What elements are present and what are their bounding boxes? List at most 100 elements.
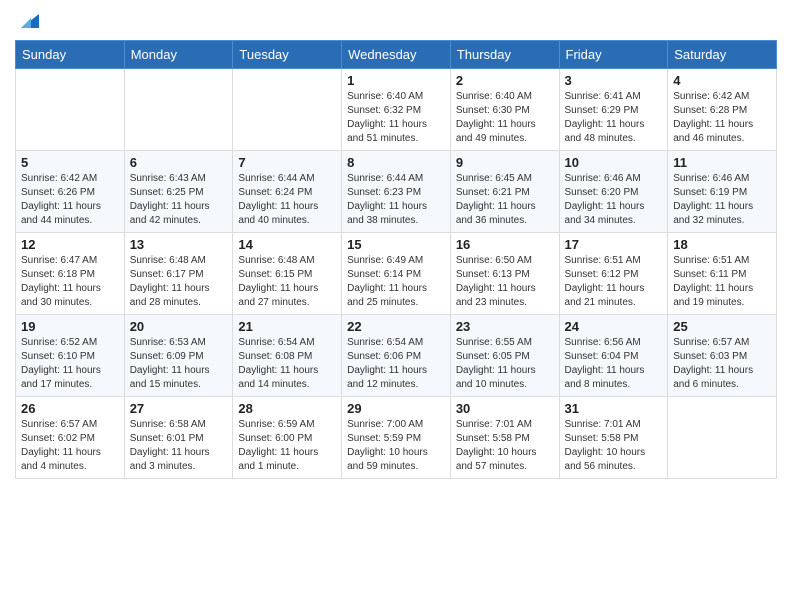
day-cell: 29 Sunrise: 7:00 AM Sunset: 5:59 PM Dayli… [342,397,451,479]
day-info: Sunrise: 7:01 AM Sunset: 5:58 PM Dayligh… [456,418,554,474]
day-cell: 6Sunrise: 6:43 AM Sunset: 6:25 PM Daylig… [124,151,233,233]
day-cell: 1Sunrise: 6:40 AM Sunset: 6:32 PM Daylig… [342,69,451,151]
day-cell: 19 Sunrise: 6:52 AM Sunset: 6:10 PM Dayli… [16,315,125,397]
day-info: Sunrise: 6:57 AM Sunset: 6:03 PM Dayligh… [673,336,771,392]
week-row-2: 5 Sunrise: 6:42 AM Sunset: 6:26 PM Daylig… [16,151,777,233]
day-cell: 2 Sunrise: 6:40 AM Sunset: 6:30 PM Daylig… [450,69,559,151]
day-cell: 10 Sunrise: 6:46 AM Sunset: 6:20 PM Dayli… [559,151,668,233]
day-cell [124,69,233,151]
day-number: 21 [238,319,336,334]
day-info: Sunrise: 6:52 AM Sunset: 6:10 PM Dayligh… [21,336,119,392]
day-cell: 20 Sunrise: 6:53 AM Sunset: 6:09 PM Dayli… [124,315,233,397]
week-row-1: 1Sunrise: 6:40 AM Sunset: 6:32 PM Daylig… [16,69,777,151]
day-cell: 31 Sunrise: 7:01 AM Sunset: 5:58 PM Dayli… [559,397,668,479]
week-row-4: 19 Sunrise: 6:52 AM Sunset: 6:10 PM Dayli… [16,315,777,397]
day-number: 26 [21,401,119,416]
day-cell: 28 Sunrise: 6:59 AM Sunset: 6:00 PM Dayli… [233,397,342,479]
day-number: 12 [21,237,119,252]
day-number: 29 [347,401,445,416]
day-info: Sunrise: 6:43 AM Sunset: 6:25 PM Dayligh… [130,172,228,228]
day-info: Sunrise: 6:48 AM Sunset: 6:17 PM Dayligh… [130,254,228,310]
day-cell: 8 Sunrise: 6:44 AM Sunset: 6:23 PM Daylig… [342,151,451,233]
logo-icon [17,10,39,32]
day-cell [233,69,342,151]
day-cell: 21Sunrise: 6:54 AM Sunset: 6:08 PM Dayli… [233,315,342,397]
week-row-5: 26 Sunrise: 6:57 AM Sunset: 6:02 PM Dayli… [16,397,777,479]
day-number: 15 [347,237,445,252]
day-number: 24 [565,319,663,334]
week-row-3: 12 Sunrise: 6:47 AM Sunset: 6:18 PM Dayli… [16,233,777,315]
day-cell: 27 Sunrise: 6:58 AM Sunset: 6:01 PM Dayli… [124,397,233,479]
day-info: Sunrise: 6:42 AM Sunset: 6:26 PM Dayligh… [21,172,119,228]
day-cell: 22 Sunrise: 6:54 AM Sunset: 6:06 PM Dayli… [342,315,451,397]
day-number: 3 [565,73,663,88]
day-number: 27 [130,401,228,416]
day-info: Sunrise: 6:56 AM Sunset: 6:04 PM Dayligh… [565,336,663,392]
day-number: 28 [238,401,336,416]
day-info: Sunrise: 6:44 AM Sunset: 6:23 PM Dayligh… [347,172,445,228]
weekday-header-tuesday: Tuesday [233,41,342,69]
day-cell: 17 Sunrise: 6:51 AM Sunset: 6:12 PM Dayli… [559,233,668,315]
day-number: 16 [456,237,554,252]
day-cell: 23Sunrise: 6:55 AM Sunset: 6:05 PM Dayli… [450,315,559,397]
weekday-header-row: SundayMondayTuesdayWednesdayThursdayFrid… [16,41,777,69]
day-info: Sunrise: 6:41 AM Sunset: 6:29 PM Dayligh… [565,90,663,146]
day-info: Sunrise: 6:59 AM Sunset: 6:00 PM Dayligh… [238,418,336,474]
day-cell [668,397,777,479]
day-cell: 13 Sunrise: 6:48 AM Sunset: 6:17 PM Dayli… [124,233,233,315]
day-cell: 4 Sunrise: 6:42 AM Sunset: 6:28 PM Daylig… [668,69,777,151]
day-number: 18 [673,237,771,252]
day-info: Sunrise: 6:51 AM Sunset: 6:11 PM Dayligh… [673,254,771,310]
day-cell: 7 Sunrise: 6:44 AM Sunset: 6:24 PM Daylig… [233,151,342,233]
day-number: 30 [456,401,554,416]
day-number: 25 [673,319,771,334]
day-info: Sunrise: 6:49 AM Sunset: 6:14 PM Dayligh… [347,254,445,310]
day-number: 31 [565,401,663,416]
day-number: 2 [456,73,554,88]
day-info: Sunrise: 6:47 AM Sunset: 6:18 PM Dayligh… [21,254,119,310]
weekday-header-thursday: Thursday [450,41,559,69]
day-number: 8 [347,155,445,170]
day-cell: 30 Sunrise: 7:01 AM Sunset: 5:58 PM Dayli… [450,397,559,479]
day-number: 14 [238,237,336,252]
weekday-header-saturday: Saturday [668,41,777,69]
day-number: 5 [21,155,119,170]
day-info: Sunrise: 6:46 AM Sunset: 6:20 PM Dayligh… [565,172,663,228]
day-cell [16,69,125,151]
day-cell: 9Sunrise: 6:45 AM Sunset: 6:21 PM Daylig… [450,151,559,233]
day-cell: 14 Sunrise: 6:48 AM Sunset: 6:15 PM Dayli… [233,233,342,315]
day-cell: 11Sunrise: 6:46 AM Sunset: 6:19 PM Dayli… [668,151,777,233]
day-info: Sunrise: 6:40 AM Sunset: 6:30 PM Dayligh… [456,90,554,146]
day-cell: 5 Sunrise: 6:42 AM Sunset: 6:26 PM Daylig… [16,151,125,233]
day-info: Sunrise: 7:00 AM Sunset: 5:59 PM Dayligh… [347,418,445,474]
day-info: Sunrise: 6:57 AM Sunset: 6:02 PM Dayligh… [21,418,119,474]
day-number: 4 [673,73,771,88]
day-info: Sunrise: 7:01 AM Sunset: 5:58 PM Dayligh… [565,418,663,474]
weekday-header-monday: Monday [124,41,233,69]
day-info: Sunrise: 6:53 AM Sunset: 6:09 PM Dayligh… [130,336,228,392]
day-number: 13 [130,237,228,252]
day-info: Sunrise: 6:44 AM Sunset: 6:24 PM Dayligh… [238,172,336,228]
day-info: Sunrise: 6:58 AM Sunset: 6:01 PM Dayligh… [130,418,228,474]
day-info: Sunrise: 6:42 AM Sunset: 6:28 PM Dayligh… [673,90,771,146]
weekday-header-sunday: Sunday [16,41,125,69]
day-number: 19 [21,319,119,334]
day-cell: 26 Sunrise: 6:57 AM Sunset: 6:02 PM Dayli… [16,397,125,479]
day-number: 10 [565,155,663,170]
day-info: Sunrise: 6:48 AM Sunset: 6:15 PM Dayligh… [238,254,336,310]
day-info: Sunrise: 6:45 AM Sunset: 6:21 PM Dayligh… [456,172,554,228]
day-info: Sunrise: 6:55 AM Sunset: 6:05 PM Dayligh… [456,336,554,392]
day-cell: 15 Sunrise: 6:49 AM Sunset: 6:14 PM Dayli… [342,233,451,315]
day-info: Sunrise: 6:54 AM Sunset: 6:06 PM Dayligh… [347,336,445,392]
calendar-page: SundayMondayTuesdayWednesdayThursdayFrid… [0,0,792,612]
day-number: 22 [347,319,445,334]
day-number: 20 [130,319,228,334]
day-info: Sunrise: 6:51 AM Sunset: 6:12 PM Dayligh… [565,254,663,310]
weekday-header-friday: Friday [559,41,668,69]
day-info: Sunrise: 6:46 AM Sunset: 6:19 PM Dayligh… [673,172,771,228]
day-number: 17 [565,237,663,252]
day-cell: 12 Sunrise: 6:47 AM Sunset: 6:18 PM Dayli… [16,233,125,315]
logo [15,10,39,32]
calendar-table: SundayMondayTuesdayWednesdayThursdayFrid… [15,40,777,479]
day-number: 7 [238,155,336,170]
